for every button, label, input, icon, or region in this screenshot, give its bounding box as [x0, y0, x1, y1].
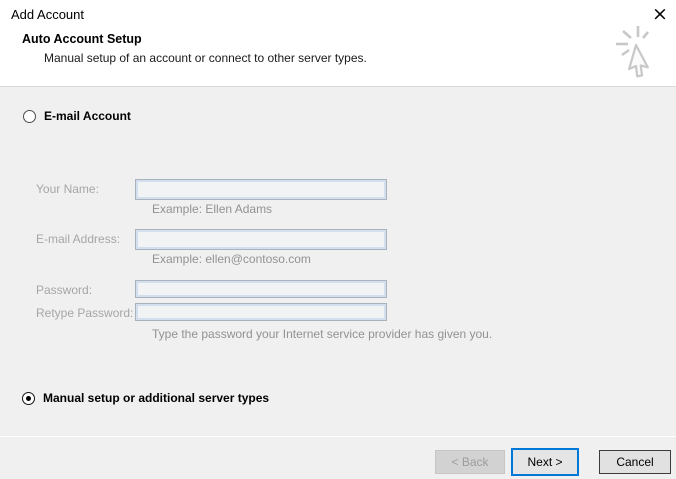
page-subtitle: Manual setup of an account or connect to…: [44, 51, 367, 65]
manual-setup-radio[interactable]: [22, 392, 35, 405]
email-address-input: [135, 229, 387, 250]
add-account-dialog: Add Account × Auto Account Setup Manual …: [0, 0, 676, 479]
next-button[interactable]: Next >: [511, 448, 579, 476]
manual-setup-option: Manual setup or additional server types: [22, 391, 269, 405]
click-cursor-icon: [610, 24, 668, 86]
email-address-example: Example: ellen@contoso.com: [152, 252, 311, 266]
retype-password-input: [135, 303, 387, 321]
dialog-body: E-mail Account Your Name: Example: Ellen…: [0, 87, 676, 479]
your-name-example: Example: Ellen Adams: [152, 202, 272, 216]
back-button: < Back: [435, 450, 505, 474]
password-label: Password:: [36, 283, 92, 297]
footer-divider: [0, 436, 676, 437]
your-name-input: [135, 179, 387, 200]
window-title: Add Account: [11, 7, 84, 22]
cancel-button[interactable]: Cancel: [599, 450, 671, 474]
your-name-label: Your Name:: [36, 182, 99, 196]
email-account-label: E-mail Account: [44, 109, 131, 123]
manual-setup-label: Manual setup or additional server types: [43, 391, 269, 405]
page-title: Auto Account Setup: [22, 32, 142, 46]
email-account-option: E-mail Account: [23, 109, 131, 123]
retype-password-label: Retype Password:: [36, 306, 133, 320]
email-address-label: E-mail Address:: [36, 232, 120, 246]
email-account-radio[interactable]: [23, 110, 36, 123]
password-hint: Type the password your Internet service …: [152, 327, 492, 341]
password-input: [135, 280, 387, 298]
